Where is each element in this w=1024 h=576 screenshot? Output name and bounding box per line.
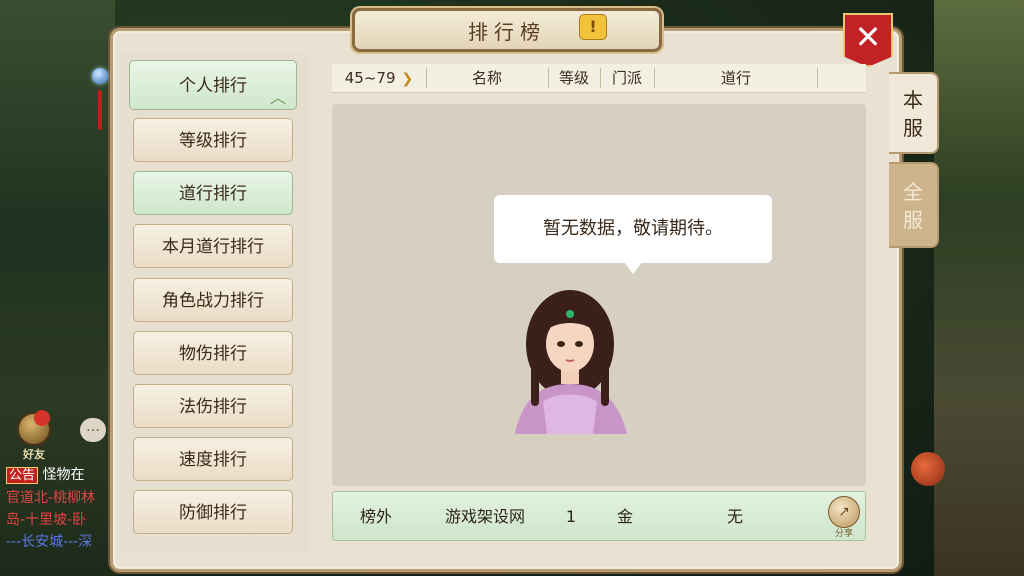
sidebar-item-magic-damage-rank[interactable]: 法伤排行 (133, 384, 293, 428)
column-header-daoheng: 道行 (720, 69, 751, 87)
chat-line: 公告 怪物在 (6, 464, 110, 487)
my-ranking-row: 榜外 游戏架设网 1 金 无 (332, 491, 866, 541)
mouth-shape (565, 359, 575, 362)
column-header-sect: 门派 (611, 69, 642, 87)
sidebar-item-label: 个人排行 (179, 76, 247, 96)
level-range-value: 45~79 (344, 69, 396, 87)
chevron-up-icon: ︿ (269, 88, 286, 107)
close-button[interactable]: ✕ (843, 13, 893, 67)
my-level: 1 (565, 507, 577, 526)
chat-log[interactable]: 公告 怪物在 官道北-桃柳林 岛-十里坡-卧 ---长安城---深 (6, 464, 110, 553)
column-divider (817, 68, 818, 88)
tab-all-servers[interactable]: 全 服 (889, 162, 939, 248)
chat-line: 岛-十里坡-卧 (6, 512, 87, 528)
sidebar-item-physical-damage-rank[interactable]: 物伤排行 (133, 331, 293, 375)
column-header-level: 等级 (558, 69, 589, 87)
my-sect: 金 (616, 507, 633, 526)
eye-right (575, 341, 583, 347)
table-header: 45~79 ❯ 名称 等级 门派 道行 (332, 64, 866, 93)
scene-background-right (934, 0, 1024, 576)
my-rank: 榜外 (359, 507, 392, 526)
notification-dot (34, 410, 50, 426)
pendant-decoration (92, 40, 108, 150)
braid-left (531, 354, 539, 406)
notice-tag: 公告 (6, 467, 39, 484)
column-header-name: 名称 (471, 69, 502, 87)
tab-local-server[interactable]: 本 服 (889, 72, 939, 154)
npc-girl-illustration (515, 290, 627, 434)
tassel-decoration (98, 90, 102, 130)
gem-icon (92, 68, 108, 84)
lantern-decoration (911, 452, 945, 486)
sidebar-item-speed-rank[interactable]: 速度排行 (133, 437, 293, 481)
my-daoheng: 无 (726, 507, 743, 526)
share-icon: ↗ (828, 496, 860, 528)
robe-inner-shape (543, 394, 597, 434)
share-label: 分享 (834, 529, 853, 539)
level-range-dropdown[interactable]: 45~79 ❯ (332, 64, 426, 92)
page-title: 排行榜 (468, 20, 546, 44)
friends-label: 好友 (23, 448, 45, 461)
sidebar-item-personal-rank[interactable]: 个人排行 ︿ (129, 60, 297, 110)
share-button[interactable]: ↗ 分享 (827, 496, 861, 539)
gem-ornament (566, 310, 574, 318)
title-bar: 排行榜 (352, 8, 662, 52)
sidebar-item-combat-power-rank[interactable]: 角色战力排行 (133, 278, 293, 322)
chat-line: 官道北-桃柳林 (6, 490, 96, 506)
help-icon[interactable]: ! (579, 14, 607, 40)
sidebar-item-daoheng-rank[interactable]: 道行排行 (133, 171, 293, 215)
sidebar-item-level-rank[interactable]: 等级排行 (133, 118, 293, 162)
sidebar-item-monthly-daoheng-rank[interactable]: 本月道行排行 (133, 224, 293, 268)
close-icon: ✕ (854, 18, 882, 56)
chat-line: ---长安城---深 (6, 534, 93, 550)
speech-bubble-tail (624, 262, 642, 274)
braid-right (601, 354, 609, 406)
my-name: 游戏架设网 (444, 507, 525, 526)
chevron-down-icon: ❯ (401, 71, 414, 87)
eye-left (557, 341, 565, 347)
chat-icon[interactable]: … (80, 418, 106, 442)
empty-state-message: 暂无数据，敬请期待。 (494, 195, 772, 263)
sidebar-item-defense-rank[interactable]: 防御排行 (133, 490, 293, 534)
chat-text: 怪物在 (42, 467, 85, 483)
